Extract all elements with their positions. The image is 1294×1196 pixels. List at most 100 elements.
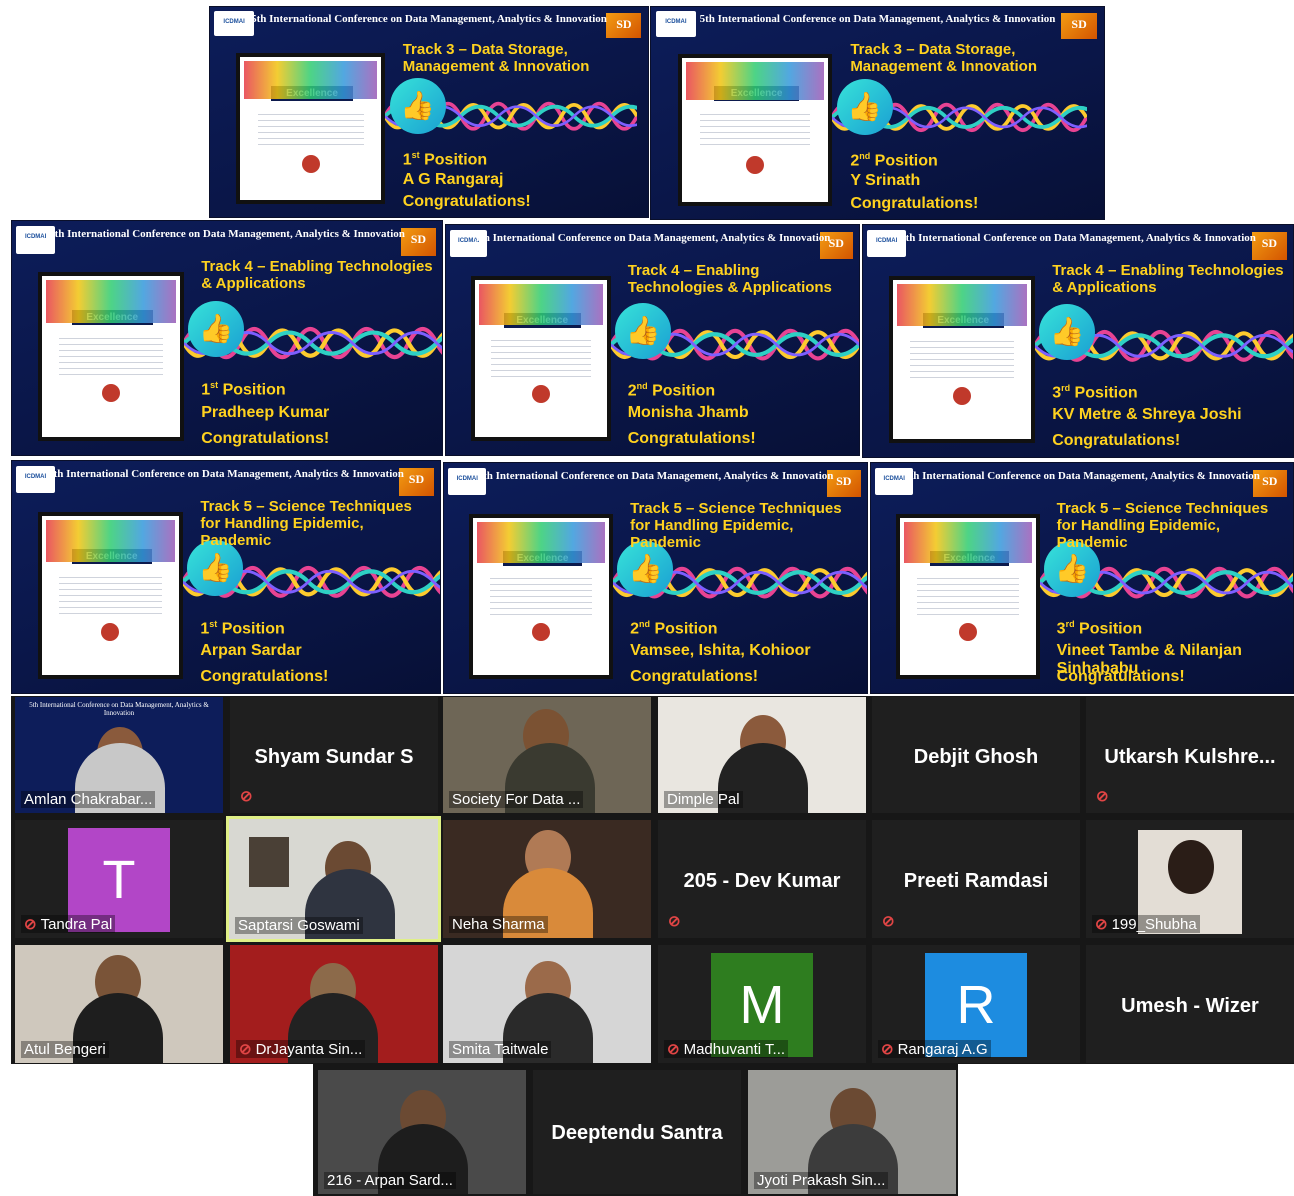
position-label: 3rd Position: [1052, 383, 1137, 402]
position-word: Position: [1074, 384, 1138, 402]
winner-name: Monisha Jhamb: [627, 404, 749, 422]
participant-tile[interactable]: M ⊘ Madhuvanti T...: [658, 945, 866, 1063]
congratulations-text: Congratulations!: [201, 429, 330, 447]
certificate-band: [477, 521, 606, 564]
participant-tile[interactable]: Utkarsh Kulshre... ⊘: [1086, 697, 1294, 813]
video-person: [1168, 840, 1214, 894]
participant-name: Shyam Sundar S: [254, 745, 414, 768]
mic-muted-icon: ⊘: [1095, 916, 1108, 933]
rank-suffix: rd: [1065, 619, 1075, 630]
participant-name: Umesh - Wizer: [1121, 994, 1259, 1017]
winner-name: A G Rangaraj: [402, 170, 504, 188]
position-word: Position: [874, 152, 938, 170]
participant-tile[interactable]: Jyoti Prakash Sin...: [748, 1070, 956, 1194]
winner-name: KV Metre & Shreya Joshi: [1052, 405, 1242, 423]
award-slide: ICDMAI SD 5th International Conference o…: [650, 6, 1105, 220]
participant-tile[interactable]: R ⊘ Rangaraj A.G: [872, 945, 1080, 1063]
position-label: 2nd Position: [850, 151, 937, 170]
participant-tile[interactable]: Preeti Ramdasi ⊘: [872, 820, 1080, 938]
participant-tile[interactable]: Smita Taitwale: [443, 945, 651, 1063]
conference-title: 5th International Conference on Data Man…: [904, 469, 1260, 482]
certificate-image: Excellence: [37, 512, 184, 680]
track-title: Track 3 – Data Storage, Management & Inn…: [402, 40, 590, 75]
participant-tile[interactable]: 205 - Dev Kumar ⊘: [658, 820, 866, 938]
winner-name: Y Srinath: [850, 172, 921, 190]
position-word: Position: [1079, 620, 1143, 638]
certificate-band: [896, 284, 1027, 327]
certificate-image: Excellence: [678, 53, 833, 207]
thumbs-up-icon: 👍: [389, 78, 446, 135]
participant-tile-active-speaker[interactable]: Saptarsi Goswami: [226, 816, 441, 942]
award-slide: ICDMAI SD 5th International Conference o…: [870, 462, 1294, 694]
position-rank: 2: [627, 382, 637, 400]
position-word: Position: [654, 620, 718, 638]
thumbs-up-icon: 👍: [1039, 303, 1096, 360]
participant-tile[interactable]: Dimple Pal: [658, 697, 866, 813]
seal-icon: [959, 623, 978, 642]
winner-name: Arpan Sardar: [200, 641, 302, 659]
participant-tile[interactable]: Debjit Ghosh: [872, 697, 1080, 813]
participant-tile[interactable]: Shyam Sundar S ⊘: [230, 697, 438, 813]
participant-tile[interactable]: 5th International Conference on Data Man…: [15, 697, 223, 813]
award-slide: ICDMAI SD 5th International Conference o…: [443, 462, 868, 694]
participant-name: Amlan Chakrabar...: [21, 791, 156, 808]
track-title: Track 5 – Science Techniques for Handlin…: [630, 499, 842, 551]
slide-thumbnail: 5th International Conference on Data Man…: [29, 701, 209, 717]
award-slide: ICDMAI SD 5th International Conference o…: [11, 460, 441, 694]
track-title: Track 5 – Science Techniques for Handlin…: [1056, 499, 1269, 551]
participant-tile[interactable]: Atul Bengeri: [15, 945, 223, 1063]
track-title: Track 3 – Data Storage, Management & Inn…: [850, 40, 1037, 75]
participant-tile[interactable]: ⊘ 199_Shubha: [1086, 820, 1294, 938]
award-slide: ICDMAI SD 5th International Conference o…: [11, 220, 443, 456]
mic-muted-icon: ⊘: [667, 1041, 680, 1058]
rank-suffix: st: [210, 380, 219, 391]
certificate-image: Excellence: [896, 513, 1040, 680]
participant-label: ⊘ Rangaraj A.G: [878, 1040, 991, 1058]
certificate-image: Excellence: [37, 272, 184, 441]
participant-tile[interactable]: Society For Data ...: [443, 697, 651, 813]
congratulations-text: Congratulations!: [200, 668, 329, 686]
mic-muted-icon: ⊘: [668, 913, 681, 930]
mic-muted-icon: ⊘: [881, 1041, 894, 1058]
conference-title: 5th International Conference on Data Man…: [48, 467, 404, 480]
seal-icon: [532, 623, 551, 642]
track-title: Track 4 – Enabling Technologies & Applic…: [1052, 262, 1284, 297]
position-word: Position: [222, 381, 286, 399]
certificate-text-lines: [58, 332, 163, 379]
winner-name: Pradheep Kumar: [201, 403, 330, 421]
seal-icon: [746, 155, 765, 174]
participant-tile[interactable]: Umesh - Wizer: [1086, 945, 1294, 1063]
participant-tile[interactable]: Neha Sharma: [443, 820, 651, 938]
award-slide: ICDMAI SD 5th International Conference o…: [445, 224, 860, 456]
track-title: Track 4 – Enabling Technologies & Applic…: [201, 258, 433, 293]
certificate-band: [45, 520, 176, 563]
certificate-text-lines: [257, 108, 364, 150]
congratulations-text: Congratulations!: [627, 430, 756, 448]
participant-tile[interactable]: T ⊘ Tandra Pal: [15, 820, 223, 938]
participant-label: ⊘ 199_Shubha: [1092, 915, 1200, 933]
participant-label: ⊘ DrJayanta Sin...: [236, 1040, 366, 1058]
certificate-text-lines: [917, 573, 1020, 619]
participant-name: Utkarsh Kulshre...: [1104, 745, 1276, 768]
participant-name: 216 - Arpan Sard...: [324, 1172, 456, 1189]
position-word: Position: [424, 151, 488, 169]
certificate-band: [904, 521, 1032, 564]
participant-name: Atul Bengeri: [21, 1041, 109, 1058]
rank-suffix: nd: [859, 151, 871, 162]
participant-name: Deeptendu Santra: [551, 1122, 723, 1145]
participant-name: 199_Shubha: [1111, 916, 1197, 933]
participant-tile[interactable]: ⊘ DrJayanta Sin...: [230, 945, 438, 1063]
participant-tile[interactable]: 216 - Arpan Sard...: [318, 1070, 526, 1194]
participant-name: Dimple Pal: [664, 791, 743, 808]
certificate-band: [478, 283, 604, 326]
position-rank: 3: [1052, 384, 1062, 402]
certificate-image: Excellence: [888, 276, 1035, 444]
participant-name: Preeti Ramdasi: [903, 869, 1049, 892]
certificate-text-lines: [490, 573, 593, 619]
congratulations-text: Congratulations!: [630, 668, 759, 686]
certificate-image: Excellence: [470, 275, 612, 442]
participant-name: Jyoti Prakash Sin...: [754, 1172, 889, 1189]
participant-tile[interactable]: Deeptendu Santra: [533, 1070, 741, 1194]
participant-label: ⊘ Tandra Pal: [21, 915, 116, 933]
certificate-text-lines: [491, 335, 591, 381]
